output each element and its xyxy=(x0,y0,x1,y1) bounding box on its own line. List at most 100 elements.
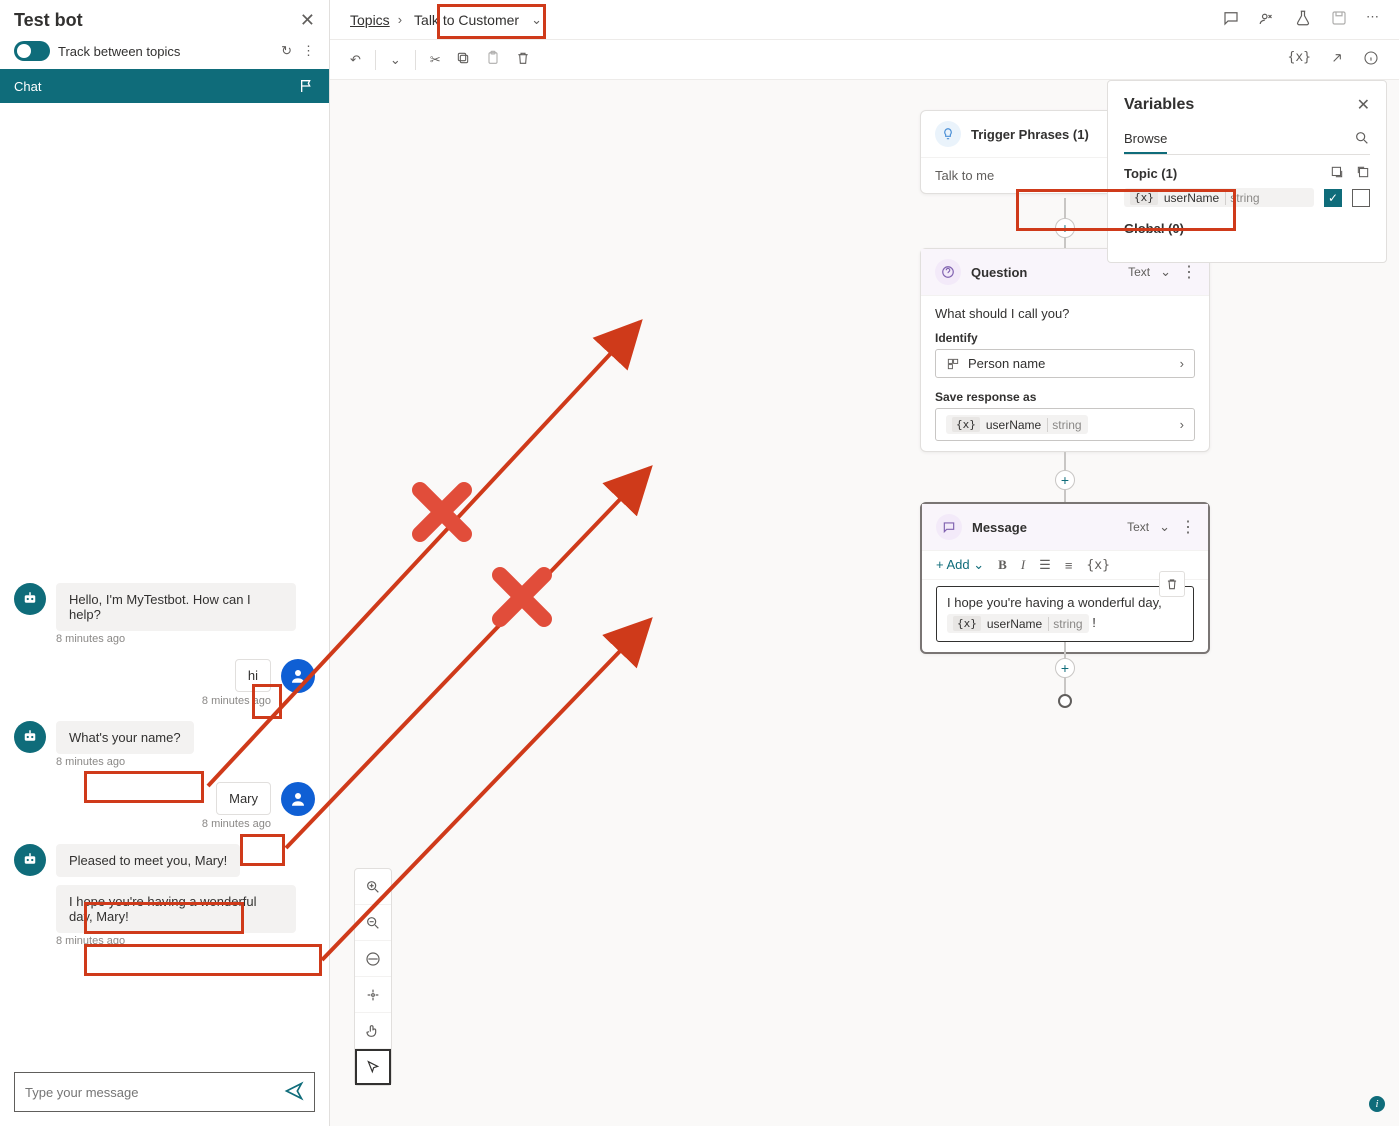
more-horizontal-icon[interactable]: ⋯ xyxy=(1366,9,1379,30)
search-icon[interactable] xyxy=(1354,130,1370,149)
message-node[interactable]: Message Text ⌄ ⋮ + Add ⌄ B I ☰ ≡ {x} xyxy=(920,502,1210,654)
numbered-list-icon[interactable]: ≡ xyxy=(1065,558,1073,573)
bullet-list-icon[interactable]: ☰ xyxy=(1039,557,1051,573)
cut-icon[interactable]: ✂ xyxy=(430,52,441,68)
test-bot-panel: Test bot ✕ Track between topics ↻ ⋮ Chat… xyxy=(0,0,330,1126)
chevron-down-icon[interactable]: ⌄ xyxy=(531,12,542,28)
return-icon[interactable] xyxy=(1356,165,1370,182)
bot-message[interactable]: Hello, I'm MyTestbot. How can I help? xyxy=(56,583,296,631)
breadcrumb-topics-link[interactable]: Topics xyxy=(350,12,390,28)
chevron-right-icon: › xyxy=(398,12,402,27)
receive-checkbox[interactable]: ✓ xyxy=(1324,189,1342,207)
insert-variable-icon[interactable]: {x} xyxy=(1086,558,1109,573)
message-time: 8 minutes ago xyxy=(14,818,271,830)
add-node-button[interactable]: + xyxy=(1055,218,1075,238)
chevron-down-icon[interactable]: ⌄ xyxy=(390,52,401,68)
browse-tab[interactable]: Browse xyxy=(1124,125,1167,154)
node-more-icon[interactable]: ⋮ xyxy=(1181,262,1195,282)
question-prompt[interactable]: What should I call you? xyxy=(935,306,1195,321)
chevron-right-icon: › xyxy=(1180,356,1184,371)
bot-message[interactable]: Pleased to meet you, Mary! xyxy=(56,844,240,877)
message-time: 8 minutes ago xyxy=(14,695,271,707)
select-button[interactable] xyxy=(355,1049,391,1085)
message-text-editor[interactable]: I hope you're having a wonderful day, {x… xyxy=(936,586,1194,642)
zoom-out-button[interactable] xyxy=(355,905,391,941)
identify-selector[interactable]: Person name › xyxy=(935,349,1195,378)
question-icon xyxy=(935,259,961,285)
receive-icon[interactable] xyxy=(1330,165,1344,182)
paste-icon[interactable] xyxy=(485,50,501,69)
bold-icon[interactable]: B xyxy=(998,557,1007,573)
flag-icon xyxy=(299,78,315,94)
bot-icon[interactable] xyxy=(1258,9,1276,30)
lightbulb-icon xyxy=(935,121,961,147)
undo-icon[interactable]: ↶ xyxy=(350,52,361,68)
chat-body: Hello, I'm MyTestbot. How can I help? 8 … xyxy=(0,103,329,1062)
add-node-button[interactable]: + xyxy=(1055,658,1075,678)
question-node-title: Question xyxy=(971,265,1118,280)
toolbar: ↶ ⌄ ✂ {x} xyxy=(330,40,1399,80)
breadcrumb-current[interactable]: Talk to Customer xyxy=(410,10,523,30)
chat-tab[interactable]: Chat xyxy=(0,69,329,103)
message-type-label[interactable]: Text xyxy=(1127,520,1149,534)
close-test-bot-button[interactable]: ✕ xyxy=(300,10,315,31)
bot-avatar xyxy=(14,721,46,753)
fit-button[interactable] xyxy=(355,941,391,977)
chevron-down-icon[interactable]: ⌄ xyxy=(1159,519,1170,535)
chevron-right-icon: › xyxy=(1180,417,1184,432)
chat-input-bar xyxy=(14,1072,315,1112)
close-panel-button[interactable]: ✕ xyxy=(1357,95,1370,115)
more-icon[interactable]: ⋮ xyxy=(302,43,315,59)
bot-message[interactable]: What's your name? xyxy=(56,721,194,754)
message-node-title: Message xyxy=(972,520,1117,535)
track-toggle[interactable] xyxy=(14,41,50,61)
chevron-down-icon[interactable]: ⌄ xyxy=(1160,264,1171,280)
info-badge[interactable]: i xyxy=(1369,1096,1385,1112)
question-type-label[interactable]: Text xyxy=(1128,265,1150,279)
chat-icon[interactable] xyxy=(1222,9,1240,30)
question-node[interactable]: Question Text ⌄ ⋮ What should I call you… xyxy=(920,248,1210,452)
variable-row[interactable]: {x}userNamestring ✓ xyxy=(1124,188,1370,207)
flask-icon[interactable] xyxy=(1294,9,1312,30)
identify-label: Identify xyxy=(935,331,1195,345)
bot-avatar xyxy=(14,583,46,615)
italic-icon[interactable]: I xyxy=(1021,557,1025,573)
bot-message[interactable]: I hope you're having a wonderful day, Ma… xyxy=(56,885,296,933)
add-menu[interactable]: + Add ⌄ xyxy=(936,557,984,573)
node-more-icon[interactable]: ⋮ xyxy=(1180,517,1194,537)
user-avatar xyxy=(281,659,315,693)
bot-avatar xyxy=(14,844,46,876)
delete-icon[interactable] xyxy=(515,50,531,69)
end-node xyxy=(1058,694,1072,708)
canvas-zoom-controls xyxy=(354,868,392,1086)
send-icon[interactable] xyxy=(284,1081,304,1104)
identify-value: Person name xyxy=(968,356,1045,371)
chat-input[interactable] xyxy=(25,1085,248,1100)
save-icon[interactable] xyxy=(1330,9,1348,30)
variables-panel: Variables ✕ Browse Topic (1) {x}userName… xyxy=(1107,80,1387,263)
reset-icon[interactable]: ↻ xyxy=(281,43,292,59)
save-variable-selector[interactable]: {x}userNamestring › xyxy=(935,408,1195,441)
track-toggle-label: Track between topics xyxy=(58,44,180,59)
copy-icon[interactable] xyxy=(455,50,471,69)
global-group-label: Global (0) xyxy=(1124,221,1184,236)
zoom-in-button[interactable] xyxy=(355,869,391,905)
save-response-label: Save response as xyxy=(935,390,1195,404)
message-text: I hope you're having a wonderful day, xyxy=(947,595,1162,610)
user-message: hi xyxy=(235,659,271,692)
message-time: 8 minutes ago xyxy=(56,935,315,947)
message-icon xyxy=(936,514,962,540)
breadcrumb-bar: Topics › Talk to Customer ⌄ ⋯ xyxy=(330,0,1399,40)
add-node-button[interactable]: + xyxy=(1055,470,1075,490)
info-icon[interactable] xyxy=(1363,50,1379,69)
return-checkbox[interactable] xyxy=(1352,189,1370,207)
share-icon[interactable] xyxy=(1329,50,1345,69)
entity-icon xyxy=(946,357,960,371)
recenter-button[interactable] xyxy=(355,977,391,1013)
pan-button[interactable] xyxy=(355,1013,391,1049)
user-message: Mary xyxy=(216,782,271,815)
topic-group-label: Topic (1) xyxy=(1124,166,1177,181)
message-punct: ! xyxy=(1092,615,1096,630)
delete-message-button[interactable] xyxy=(1159,571,1185,597)
variables-icon[interactable]: {x} xyxy=(1288,50,1311,69)
